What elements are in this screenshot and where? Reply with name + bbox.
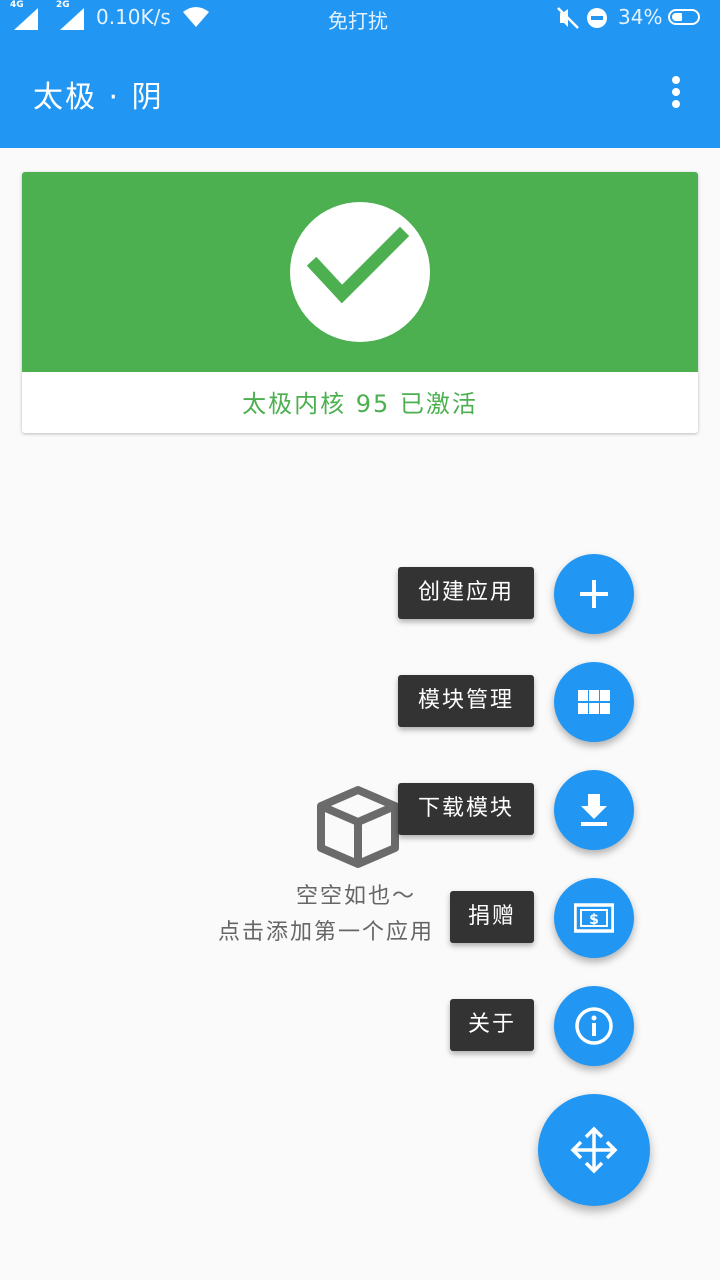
module-manage-label[interactable]: 模块管理 — [398, 675, 534, 727]
empty-title: 空空如也～ — [296, 884, 417, 909]
svg-text:$: $ — [589, 912, 599, 928]
info-icon — [575, 1007, 613, 1045]
package-icon — [317, 786, 399, 868]
network-type-1: 4G — [10, 0, 24, 10]
money-icon: $ — [574, 903, 614, 933]
status-badge — [290, 202, 430, 342]
plus-icon — [580, 580, 608, 608]
download-icon — [581, 794, 607, 826]
network-type-2: 2G — [56, 0, 70, 10]
wifi-icon — [183, 7, 209, 27]
status-card-banner — [22, 172, 698, 372]
mute-icon — [557, 7, 579, 29]
donate-label[interactable]: 捐赠 — [450, 891, 534, 943]
check-icon — [306, 226, 410, 304]
status-card[interactable]: 太极内核 95 已激活 — [22, 172, 698, 433]
donate-button[interactable]: $ — [554, 878, 634, 958]
speed-dial-toggle-button[interactable] — [538, 1094, 650, 1206]
move-arrows-icon — [570, 1126, 618, 1174]
grid-icon — [578, 690, 610, 714]
about-label[interactable]: 关于 — [450, 999, 534, 1051]
network-speed: 0.10K/s — [96, 5, 171, 29]
dnd-icon — [587, 8, 607, 28]
create-app-label[interactable]: 创建应用 — [398, 567, 534, 619]
screen: 4G 2G 0.10K/s 免打扰 34% 太极 · 阴 太极内核 95 已激活… — [0, 0, 720, 1280]
more-vert-icon[interactable] — [664, 74, 688, 110]
battery-icon — [668, 9, 700, 25]
status-text: 太极内核 95 已激活 — [242, 390, 478, 418]
status-bar: 4G 2G 0.10K/s 免打扰 34% — [0, 0, 720, 36]
battery-percent: 34% — [618, 5, 663, 29]
download-module-button[interactable] — [554, 770, 634, 850]
download-module-label[interactable]: 下载模块 — [398, 783, 534, 835]
signal-4g-icon: 4G — [10, 0, 42, 32]
about-button[interactable] — [554, 986, 634, 1066]
app-title: 太极 · 阴 — [33, 80, 164, 115]
module-manage-button[interactable] — [554, 662, 634, 742]
signal-2g-icon: 2G — [56, 0, 88, 32]
empty-hint: 点击添加第一个应用 — [218, 920, 435, 945]
status-mode: 免打扰 — [328, 9, 388, 33]
create-app-button[interactable] — [554, 554, 634, 634]
app-bar: 太极 · 阴 — [0, 36, 720, 148]
